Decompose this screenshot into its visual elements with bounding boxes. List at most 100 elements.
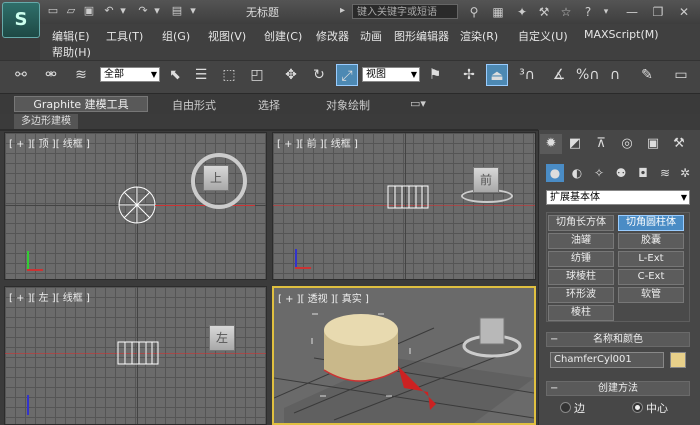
search-input[interactable]: 键入关键字或短语 — [352, 4, 458, 19]
viewport-front[interactable]: [ + ][ 前 ][ 线框 ] 前 — [272, 132, 536, 280]
object-type-hose-button[interactable]: 软管 — [618, 287, 684, 303]
ribbon-options-icon[interactable]: ▭▾ — [410, 97, 426, 110]
object-type-gengon-button[interactable]: 球棱柱 — [548, 269, 614, 285]
name-color-rollout-header[interactable]: − 名称和颜色 — [546, 332, 690, 347]
spinner-snap-icon[interactable]: ∩ — [604, 64, 626, 86]
angle-snap-icon[interactable]: ∡ — [548, 64, 570, 86]
object-type-lext-button[interactable]: L-Ext — [618, 251, 684, 267]
tools-icon[interactable]: ⚒ — [536, 4, 552, 20]
search-icon[interactable]: ⚲ — [466, 4, 482, 20]
ribbon-tab-freeform[interactable]: 自由形式 — [172, 97, 216, 113]
radio-edge[interactable] — [560, 402, 571, 413]
menu-animation[interactable]: 动画 — [360, 28, 382, 44]
percent-snap-icon[interactable]: %∩ — [576, 64, 600, 86]
utilities-tab-icon[interactable]: ⚒ — [668, 134, 690, 154]
minimize-icon[interactable]: — — [624, 4, 640, 20]
shapes-icon[interactable]: ◐ — [568, 164, 586, 182]
category-dropdown[interactable]: 扩展基本体 ▼ — [546, 190, 690, 205]
rotate-icon[interactable]: ↻ — [308, 64, 330, 86]
systems-icon[interactable]: ✲ — [676, 164, 694, 182]
helpers-icon[interactable]: ◘ — [634, 164, 652, 182]
bind-space-warp-icon[interactable]: ≋ — [70, 64, 92, 86]
ribbon-panel-polygon-modeling[interactable]: 多边形建模 — [14, 114, 78, 129]
object-chamfer-cylinder[interactable] — [274, 288, 534, 423]
object-type-prism-button[interactable]: 棱柱 — [548, 305, 614, 321]
ribbon-tab-graphite[interactable]: Graphite 建模工具 — [14, 96, 148, 112]
object-type-chamfer-box-button[interactable]: 切角长方体 — [548, 215, 614, 231]
viewcube[interactable]: 前 — [473, 167, 499, 193]
menu-customize[interactable]: 自定义(U) — [518, 28, 568, 44]
subscription-icon[interactable]: ▦ — [490, 4, 506, 20]
viewport-label[interactable]: [ + ][ 左 ][ 线框 ] — [9, 289, 90, 304]
ribbon-tab-object-paint[interactable]: 对象绘制 — [326, 97, 370, 113]
rectangular-selection-icon[interactable]: ⬚ — [218, 64, 240, 86]
menu-views[interactable]: 视图(V) — [208, 28, 246, 44]
select-by-name-icon[interactable]: ☰ — [190, 64, 212, 86]
search-expand-icon[interactable]: ▸ — [340, 5, 345, 16]
ribbon-tab-selection[interactable]: 选择 — [258, 97, 280, 113]
viewcube[interactable]: 上 — [203, 165, 229, 191]
viewport-perspective[interactable]: [ + ][ 透视 ][ 真实 ] — [272, 286, 536, 425]
object-wireframe[interactable] — [387, 185, 429, 209]
move-icon[interactable]: ✥ — [280, 64, 302, 86]
object-type-ringwave-button[interactable]: 环形波 — [548, 287, 614, 303]
communication-center-icon[interactable]: ✦ — [514, 4, 530, 20]
cameras-icon[interactable]: ⚉ — [612, 164, 630, 182]
object-type-cext-button[interactable]: C-Ext — [618, 269, 684, 285]
display-tab-icon[interactable]: ▣ — [642, 134, 664, 154]
undo-dropdown-icon[interactable]: ▾ — [116, 4, 130, 18]
menu-edit[interactable]: 编辑(E) — [52, 28, 90, 44]
geometry-icon[interactable]: ● — [546, 164, 564, 182]
restore-icon[interactable]: ❐ — [650, 4, 666, 20]
viewcube[interactable]: 左 — [209, 325, 235, 351]
customize-quick-access-icon[interactable]: ▾ — [186, 4, 200, 18]
menu-graph-editors[interactable]: 图形编辑器 — [394, 28, 449, 44]
redo-icon[interactable]: ↷ — [136, 4, 150, 18]
menu-help[interactable]: 帮助(H) — [52, 44, 91, 60]
create-tab-icon[interactable]: ✹ — [540, 134, 562, 154]
menu-rendering[interactable]: 渲染(R) — [460, 28, 498, 44]
snaps-toggle-icon[interactable]: ³∩ — [516, 64, 538, 86]
modify-tab-icon[interactable]: ◩ — [564, 134, 586, 154]
project-folder-icon[interactable]: ▤ — [170, 4, 184, 18]
viewport-label[interactable]: [ + ][ 顶 ][ 线框 ] — [9, 135, 90, 150]
window-crossing-icon[interactable]: ◰ — [246, 64, 268, 86]
lights-icon[interactable]: ✧ — [590, 164, 608, 182]
creation-method-rollout-header[interactable]: − 创建方法 — [546, 381, 690, 396]
pivot-center-icon[interactable]: ⚑ — [424, 64, 446, 86]
redo-dropdown-icon[interactable]: ▾ — [150, 4, 164, 18]
object-type-capsule-button[interactable]: 胶囊 — [618, 233, 684, 249]
select-manipulate-icon[interactable]: ✢ — [458, 64, 480, 86]
close-icon[interactable]: ✕ — [676, 4, 692, 20]
menu-modifiers[interactable]: 修改器 — [316, 28, 349, 44]
viewport-left[interactable]: [ + ][ 左 ][ 线框 ] 左 — [4, 286, 267, 425]
save-icon[interactable]: ▣ — [82, 4, 96, 18]
menu-maxscript[interactable]: MAXScript(M) — [584, 28, 659, 41]
hierarchy-tab-icon[interactable]: ⊼ — [590, 134, 612, 154]
unlink-icon[interactable]: ⚮ — [40, 64, 62, 86]
menu-tools[interactable]: 工具(T) — [106, 28, 143, 44]
object-wireframe[interactable] — [117, 185, 157, 225]
link-icon[interactable]: ⚯ — [10, 64, 32, 86]
object-type-oiltank-button[interactable]: 油罐 — [548, 233, 614, 249]
space-warps-icon[interactable]: ≋ — [656, 164, 674, 182]
menu-group[interactable]: 组(G) — [162, 28, 190, 44]
undo-icon[interactable]: ↶ — [102, 4, 116, 18]
app-logo-button[interactable]: S — [2, 2, 40, 38]
viewport-top[interactable]: [ + ][ 顶 ][ 线框 ] 上 — [4, 132, 267, 280]
favorites-star-icon[interactable]: ☆ — [558, 4, 574, 20]
reference-coordinate-dropdown[interactable]: 视图 ▼ — [362, 67, 420, 82]
help-dropdown-icon[interactable]: ▾ — [598, 4, 614, 20]
radio-center[interactable] — [632, 402, 643, 413]
edit-named-selection-icon[interactable]: ✎ — [636, 64, 658, 86]
scale-icon[interactable]: ⤢ — [336, 64, 358, 86]
open-folder-icon[interactable]: ▱ — [64, 4, 78, 18]
named-selection-set-field[interactable]: ▭ — [666, 64, 696, 86]
help-icon[interactable]: ? — [580, 4, 596, 20]
object-type-spindle-button[interactable]: 纺锤 — [548, 251, 614, 267]
viewport-label[interactable]: [ + ][ 前 ][ 线框 ] — [277, 135, 358, 150]
select-object-icon[interactable]: ⬉ — [164, 64, 186, 86]
object-color-swatch[interactable] — [670, 352, 686, 368]
keyboard-shortcut-override-icon[interactable]: ⏏ — [486, 64, 508, 86]
motion-tab-icon[interactable]: ◎ — [616, 134, 638, 154]
